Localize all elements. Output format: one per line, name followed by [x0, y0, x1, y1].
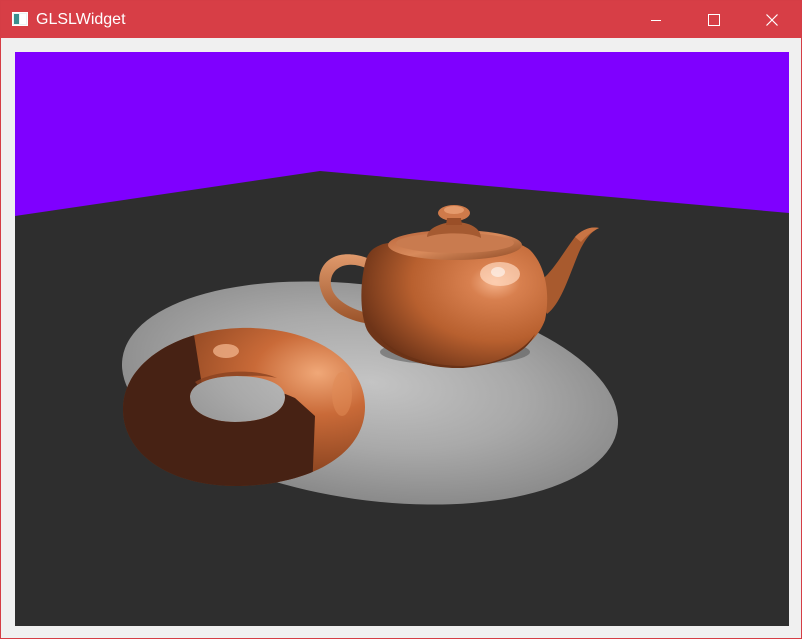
minimize-icon — [651, 19, 661, 21]
minimize-button[interactable] — [627, 1, 685, 38]
maximize-button[interactable] — [685, 1, 743, 38]
window-title: GLSLWidget — [36, 11, 126, 28]
title-bar[interactable]: GLSLWidget — [1, 1, 801, 38]
app-window: GLSLWidget — [0, 0, 802, 639]
glsl-viewport[interactable] — [15, 52, 789, 626]
close-icon — [766, 13, 778, 26]
render-scene — [15, 52, 789, 626]
close-button[interactable] — [743, 1, 801, 38]
client-area — [1, 38, 801, 638]
maximize-icon — [708, 13, 720, 26]
app-icon — [12, 12, 28, 26]
